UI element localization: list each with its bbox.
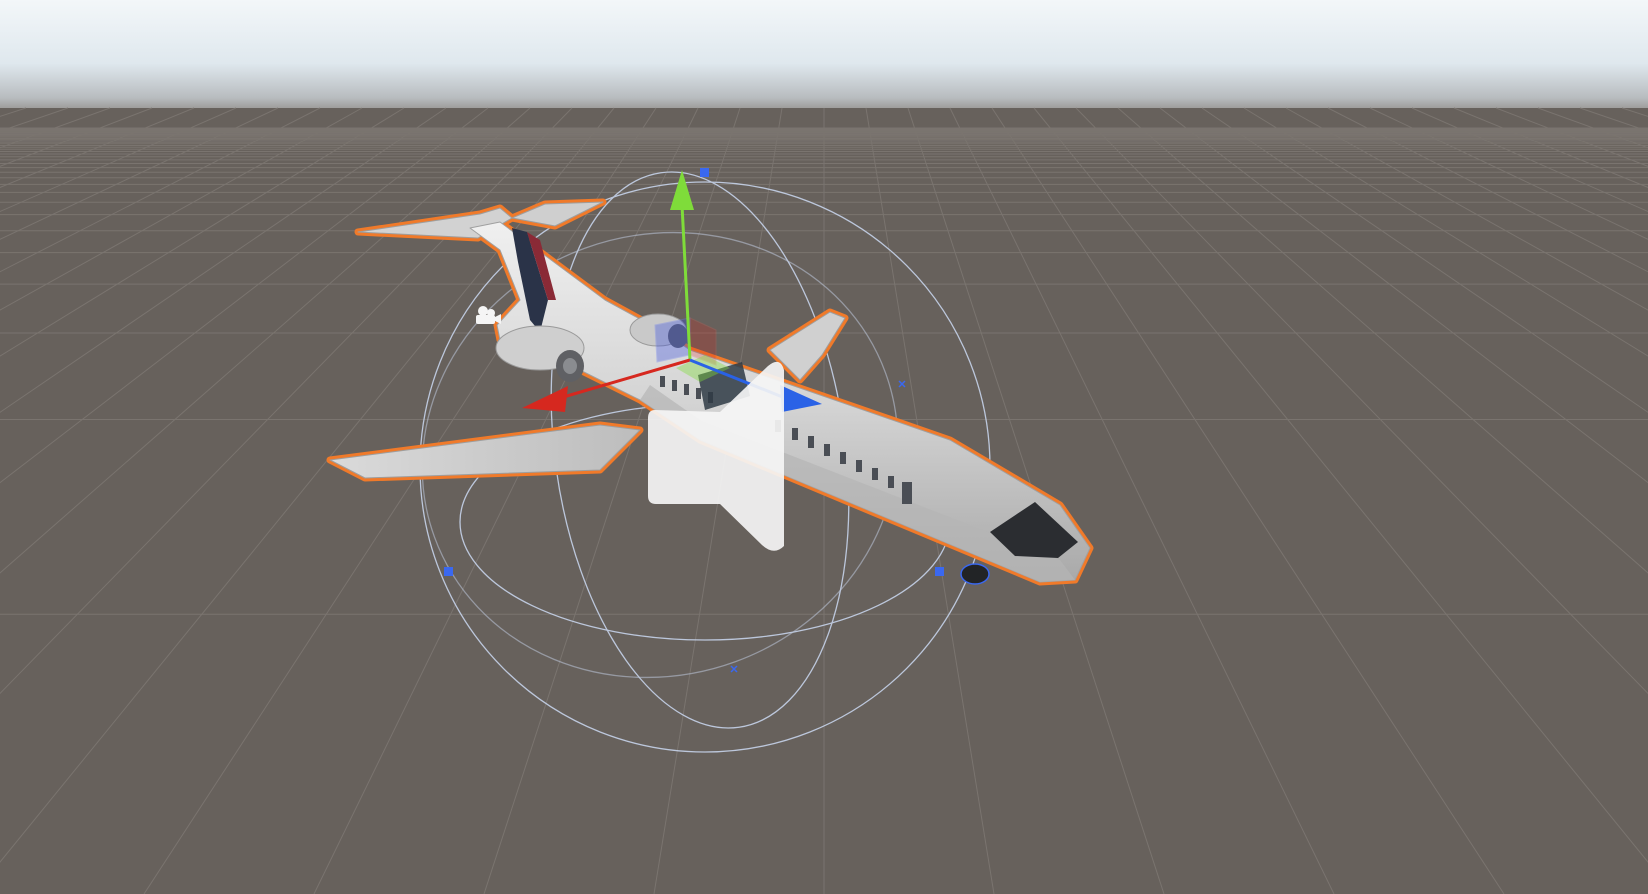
collider-handle-right[interactable] [935, 567, 944, 576]
skybox [0, 0, 1648, 115]
landing-gear-nose [960, 563, 990, 585]
collider-handle-left[interactable] [444, 567, 453, 576]
scene-view[interactable] [0, 0, 1648, 894]
collider-handle-top[interactable] [700, 168, 709, 177]
scene-viewport[interactable] [0, 0, 1648, 894]
gizmo-plane-xy[interactable] [654, 317, 691, 363]
